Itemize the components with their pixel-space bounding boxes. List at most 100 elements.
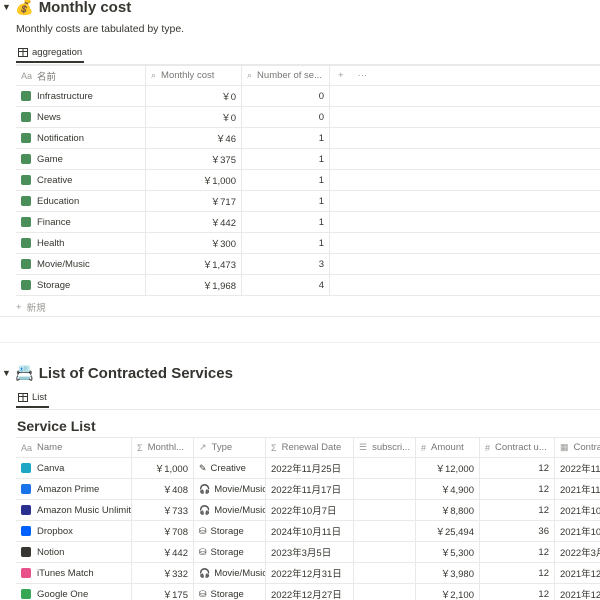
- cell-name[interactable]: Notion: [16, 542, 132, 563]
- cell-number-of-services[interactable]: 1: [242, 212, 330, 233]
- cell-monthly-cost[interactable]: ￥1,968: [146, 275, 242, 296]
- cell-amount[interactable]: ￥25,494: [416, 521, 480, 542]
- table-row[interactable]: Infrastructure ￥0 0: [16, 86, 600, 107]
- table-row[interactable]: Education ￥717 1: [16, 191, 600, 212]
- cell-type[interactable]: ✎ Creative: [194, 458, 266, 479]
- table-row[interactable]: Canva ￥1,000 ✎ Creative 2022年11月25日 ￥12,000 12…: [16, 458, 600, 479]
- cell-name[interactable]: Google One: [16, 584, 132, 600]
- cell-contract-date[interactable]: 2021年10: [555, 521, 600, 542]
- cell-number-of-services[interactable]: 1: [242, 149, 330, 170]
- cell-type[interactable]: 🎧 Movie/Music: [194, 500, 266, 521]
- cell-monthly[interactable]: ￥175: [132, 584, 194, 600]
- cell-renewal-date[interactable]: 2024年10月11日: [266, 521, 354, 542]
- cell-name[interactable]: Notification: [16, 128, 146, 149]
- cell-monthly-cost[interactable]: ￥0: [146, 107, 242, 128]
- cell-name[interactable]: Storage: [16, 275, 146, 296]
- table-row[interactable]: Google One ￥175 ⛁ Storage 2022年12月27日 ￥2,100 1…: [16, 584, 600, 600]
- more-options-icon[interactable]: ···: [358, 70, 368, 81]
- cell-number-of-services[interactable]: 3: [242, 254, 330, 275]
- cell-subscription[interactable]: [354, 521, 416, 542]
- cell-number-of-services[interactable]: 1: [242, 191, 330, 212]
- cell-contract-date[interactable]: 2021年12: [555, 563, 600, 584]
- cell-type[interactable]: 🎧 Movie/Music: [194, 479, 266, 500]
- cell-contract-date[interactable]: 2022年3月: [555, 542, 600, 563]
- cell-name[interactable]: Creative: [16, 170, 146, 191]
- cell-monthly-cost[interactable]: ￥0: [146, 86, 242, 107]
- cell-monthly[interactable]: ￥408: [132, 479, 194, 500]
- cell-type[interactable]: ⛁ Storage: [194, 521, 266, 542]
- cell-name[interactable]: News: [16, 107, 146, 128]
- column-header-number-of-services[interactable]: ⌕ Number of se...: [242, 65, 330, 86]
- cell-contract-unit[interactable]: 12: [480, 584, 555, 600]
- column-header-name[interactable]: Aa Name: [16, 437, 132, 458]
- table-row[interactable]: iTunes Match ￥332 🎧 Movie/Music 2022年12月31日 ￥…: [16, 563, 600, 584]
- table-row[interactable]: Health ￥300 1: [16, 233, 600, 254]
- cell-name[interactable]: Game: [16, 149, 146, 170]
- cell-monthly[interactable]: ￥708: [132, 521, 194, 542]
- column-header-name[interactable]: Aa 名前: [16, 65, 146, 86]
- cell-subscription[interactable]: [354, 479, 416, 500]
- view-tab-list[interactable]: List: [16, 388, 49, 408]
- cell-monthly-cost[interactable]: ￥442: [146, 212, 242, 233]
- cell-renewal-date[interactable]: 2022年11月17日: [266, 479, 354, 500]
- cell-type[interactable]: ⛁ Storage: [194, 542, 266, 563]
- collapse-toggle-monthly-cost[interactable]: ▼: [2, 2, 11, 12]
- cell-amount[interactable]: ￥8,800: [416, 500, 480, 521]
- cell-amount[interactable]: ￥2,100: [416, 584, 480, 600]
- cell-amount[interactable]: ￥4,900: [416, 479, 480, 500]
- cell-name[interactable]: Amazon Music Unlimit: [16, 500, 132, 521]
- table-row[interactable]: Notification ￥46 1: [16, 128, 600, 149]
- cell-number-of-services[interactable]: 1: [242, 233, 330, 254]
- cell-amount[interactable]: ￥5,300: [416, 542, 480, 563]
- view-tab-aggregation[interactable]: aggregation: [16, 43, 85, 63]
- cell-monthly-cost[interactable]: ￥46: [146, 128, 242, 149]
- cell-renewal-date[interactable]: 2022年12月31日: [266, 563, 354, 584]
- cell-contract-unit[interactable]: 12: [480, 479, 555, 500]
- cell-contract-unit[interactable]: 12: [480, 563, 555, 584]
- cell-name[interactable]: Finance: [16, 212, 146, 233]
- cell-contract-unit[interactable]: 36: [480, 521, 555, 542]
- column-header-subscription[interactable]: ☰ subscri...: [354, 437, 416, 458]
- cell-name[interactable]: Dropbox: [16, 521, 132, 542]
- column-header-amount[interactable]: # Amount: [416, 437, 480, 458]
- add-column-icon[interactable]: +: [338, 70, 344, 81]
- cell-contract-date[interactable]: 2021年10: [555, 500, 600, 521]
- cell-number-of-services[interactable]: 4: [242, 275, 330, 296]
- cell-contract-date[interactable]: 2021年12: [555, 584, 600, 600]
- cell-number-of-services[interactable]: 0: [242, 86, 330, 107]
- cell-contract-unit[interactable]: 12: [480, 458, 555, 479]
- cell-monthly[interactable]: ￥332: [132, 563, 194, 584]
- table-row[interactable]: Notion ￥442 ⛁ Storage 2023年3月5日 ￥5,300 12 2022年…: [16, 542, 600, 563]
- column-header-renewal-date[interactable]: Σ Renewal Date: [266, 437, 354, 458]
- table-row[interactable]: Storage ￥1,968 4: [16, 275, 600, 296]
- table-row[interactable]: Finance ￥442 1: [16, 212, 600, 233]
- column-header-contract-date[interactable]: ▦ Contra: [555, 437, 600, 458]
- column-header-type[interactable]: ↗ Type: [194, 437, 266, 458]
- column-header-monthly-cost[interactable]: ⌕ Monthly cost: [146, 65, 242, 86]
- cell-contract-unit[interactable]: 12: [480, 500, 555, 521]
- table-row[interactable]: Amazon Music Unlimit ￥733 🎧 Movie/Music 2022…: [16, 500, 600, 521]
- cell-number-of-services[interactable]: 1: [242, 128, 330, 149]
- cell-monthly[interactable]: ￥1,000: [132, 458, 194, 479]
- cell-monthly-cost[interactable]: ￥717: [146, 191, 242, 212]
- column-header-monthly[interactable]: Σ Monthl...: [132, 437, 194, 458]
- cell-name[interactable]: Amazon Prime: [16, 479, 132, 500]
- cell-name[interactable]: Movie/Music: [16, 254, 146, 275]
- cell-subscription[interactable]: [354, 500, 416, 521]
- cell-name[interactable]: iTunes Match: [16, 563, 132, 584]
- table-row[interactable]: Game ￥375 1: [16, 149, 600, 170]
- cell-subscription[interactable]: [354, 458, 416, 479]
- cell-name[interactable]: Infrastructure: [16, 86, 146, 107]
- cell-renewal-date[interactable]: 2022年10月7日: [266, 500, 354, 521]
- cell-renewal-date[interactable]: 2022年12月27日: [266, 584, 354, 600]
- cell-name[interactable]: Education: [16, 191, 146, 212]
- cell-contract-unit[interactable]: 12: [480, 542, 555, 563]
- cell-contract-date[interactable]: 2022年11: [555, 458, 600, 479]
- new-row-button[interactable]: + 新規: [16, 300, 46, 315]
- cell-monthly[interactable]: ￥733: [132, 500, 194, 521]
- cell-renewal-date[interactable]: 2022年11月25日: [266, 458, 354, 479]
- cell-monthly-cost[interactable]: ￥1,473: [146, 254, 242, 275]
- cell-renewal-date[interactable]: 2023年3月5日: [266, 542, 354, 563]
- cell-subscription[interactable]: [354, 563, 416, 584]
- cell-monthly-cost[interactable]: ￥1,000: [146, 170, 242, 191]
